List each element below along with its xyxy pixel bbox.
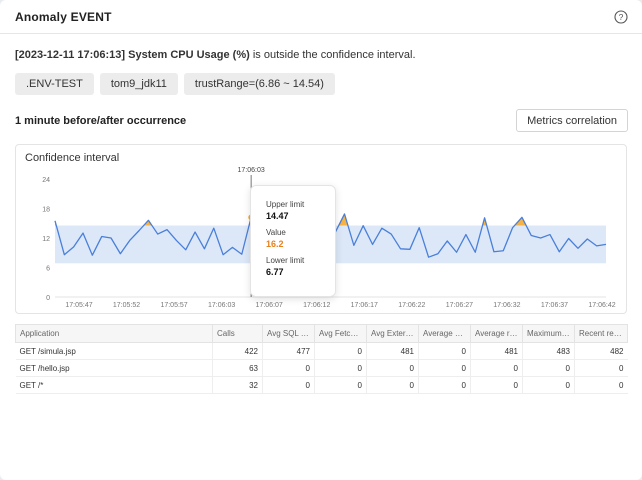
x-tick-label: 17:06:17	[351, 302, 378, 309]
x-tick-label: 17:05:57	[160, 302, 187, 309]
application-table: Application Calls Avg SQL time Avg Fetch…	[15, 324, 628, 394]
column-header[interactable]: Avg External call time	[366, 324, 419, 343]
table-cell: 0	[366, 376, 419, 394]
dialog-header: Anomaly EVENT	[0, 0, 642, 34]
y-tick-label: 0	[46, 295, 50, 302]
alert-text: is outside the confidence interval.	[249, 49, 416, 61]
table-cell: 0	[470, 376, 523, 394]
table-cell: 0	[314, 376, 367, 394]
alert-message: [2023-12-11 17:06:13] System CPU Usage (…	[15, 49, 416, 61]
table-cell: 0	[470, 359, 523, 377]
column-header[interactable]: Avg SQL time	[262, 324, 315, 343]
table-cell: 0	[418, 376, 471, 394]
table-row[interactable]: GET /* 32 0 0 0 0 0 0 0	[15, 376, 628, 394]
table-cell: 0	[574, 359, 628, 377]
x-tick-label: 17:06:32	[493, 302, 520, 309]
section-title: 1 minute before/after occurrence	[15, 115, 187, 127]
table-row[interactable]: GET /hello.jsp 63 0 0 0 0 0 0 0	[15, 359, 628, 377]
column-header[interactable]: Recent response time	[574, 324, 628, 343]
x-tick-label: 17:06:27	[446, 302, 473, 309]
table-cell: 0	[262, 376, 315, 394]
question-circle-icon[interactable]: ?	[614, 10, 628, 24]
table-cell: GET /hello.jsp	[15, 359, 213, 377]
table-header-row: Application Calls Avg SQL time Avg Fetch…	[15, 324, 628, 343]
confidence-interval-chart: Confidence interval 0 6 12 18 24 17:05:47 17:0…	[15, 144, 627, 314]
cursor-time-label: 17:06:03	[237, 167, 264, 174]
tooltip-lower-value: 6.77	[266, 267, 284, 277]
column-header[interactable]: Avg Fetch time	[314, 324, 367, 343]
tag-trust-range: trustRange=(6.86 ~ 14.54)	[183, 73, 335, 95]
table-cell: 0	[418, 342, 471, 360]
metrics-correlation-button[interactable]: Metrics correlation	[516, 109, 628, 132]
table-cell: 0	[262, 359, 315, 377]
tag-env: .ENV-TEST	[15, 73, 94, 95]
anomaly-event-dialog: Anomaly EVENT ? [2023-12-11 17:06:13] Sy…	[0, 0, 642, 480]
x-tick-label: 17:06:37	[541, 302, 568, 309]
svg-text:?: ?	[619, 12, 624, 22]
table-cell: 422	[212, 342, 263, 360]
table-cell: 0	[574, 376, 628, 394]
table-cell: 0	[418, 359, 471, 377]
table-cell: GET /*	[15, 376, 213, 394]
table-cell: GET /simula.jsp	[15, 342, 213, 360]
table-row[interactable]: GET /simula.jsp 422 477 0 481 0 481 483 …	[15, 342, 628, 360]
table-cell: 483	[522, 342, 575, 360]
x-tick-label: 17:06:42	[588, 302, 615, 309]
y-tick-label: 18	[42, 207, 50, 214]
table-cell: 0	[314, 359, 367, 377]
x-tick-label: 17:06:07	[256, 302, 283, 309]
table-cell: 481	[470, 342, 523, 360]
dialog-title: Anomaly EVENT	[15, 9, 112, 24]
column-header[interactable]: Average response time	[470, 324, 523, 343]
table-cell: 482	[574, 342, 628, 360]
table-cell: 477	[262, 342, 315, 360]
alert-metric: System CPU Usage (%)	[128, 49, 250, 61]
table-cell: 481	[366, 342, 419, 360]
table-cell: 0	[522, 359, 575, 377]
table-cell: 0	[366, 359, 419, 377]
y-tick-label: 24	[42, 177, 50, 184]
tag-agent: tom9_jdk11	[99, 73, 178, 95]
tooltip-value: 16.2	[266, 239, 284, 249]
column-header[interactable]: Average CPU time	[418, 324, 471, 343]
table-cell: 0	[522, 376, 575, 394]
x-tick-label: 17:06:12	[303, 302, 330, 309]
tooltip-value-label: Value	[266, 228, 286, 237]
chart-tooltip: Upper limit 14.47 Value 16.2 Lower limit…	[250, 185, 336, 297]
tooltip-lower-label: Lower limit	[266, 256, 305, 265]
table-cell: 32	[212, 376, 263, 394]
y-tick-label: 6	[46, 266, 50, 273]
tag-list: .ENV-TEST tom9_jdk11 trustRange=(6.86 ~ …	[15, 73, 335, 95]
column-header[interactable]: Application	[15, 324, 213, 343]
column-header[interactable]: Maximum response time	[522, 324, 575, 343]
tooltip-upper-value: 14.47	[266, 211, 289, 221]
x-tick-label: 17:06:03	[208, 302, 235, 309]
table-cell: 63	[212, 359, 263, 377]
x-tick-label: 17:06:22	[398, 302, 425, 309]
tooltip-upper-label: Upper limit	[266, 200, 305, 209]
column-header[interactable]: Calls	[212, 324, 263, 343]
table-cell: 0	[314, 342, 367, 360]
x-tick-label: 17:05:47	[65, 302, 92, 309]
alert-timestamp: [2023-12-11 17:06:13]	[15, 49, 126, 61]
y-tick-label: 12	[42, 236, 50, 243]
x-tick-label: 17:05:52	[113, 302, 140, 309]
